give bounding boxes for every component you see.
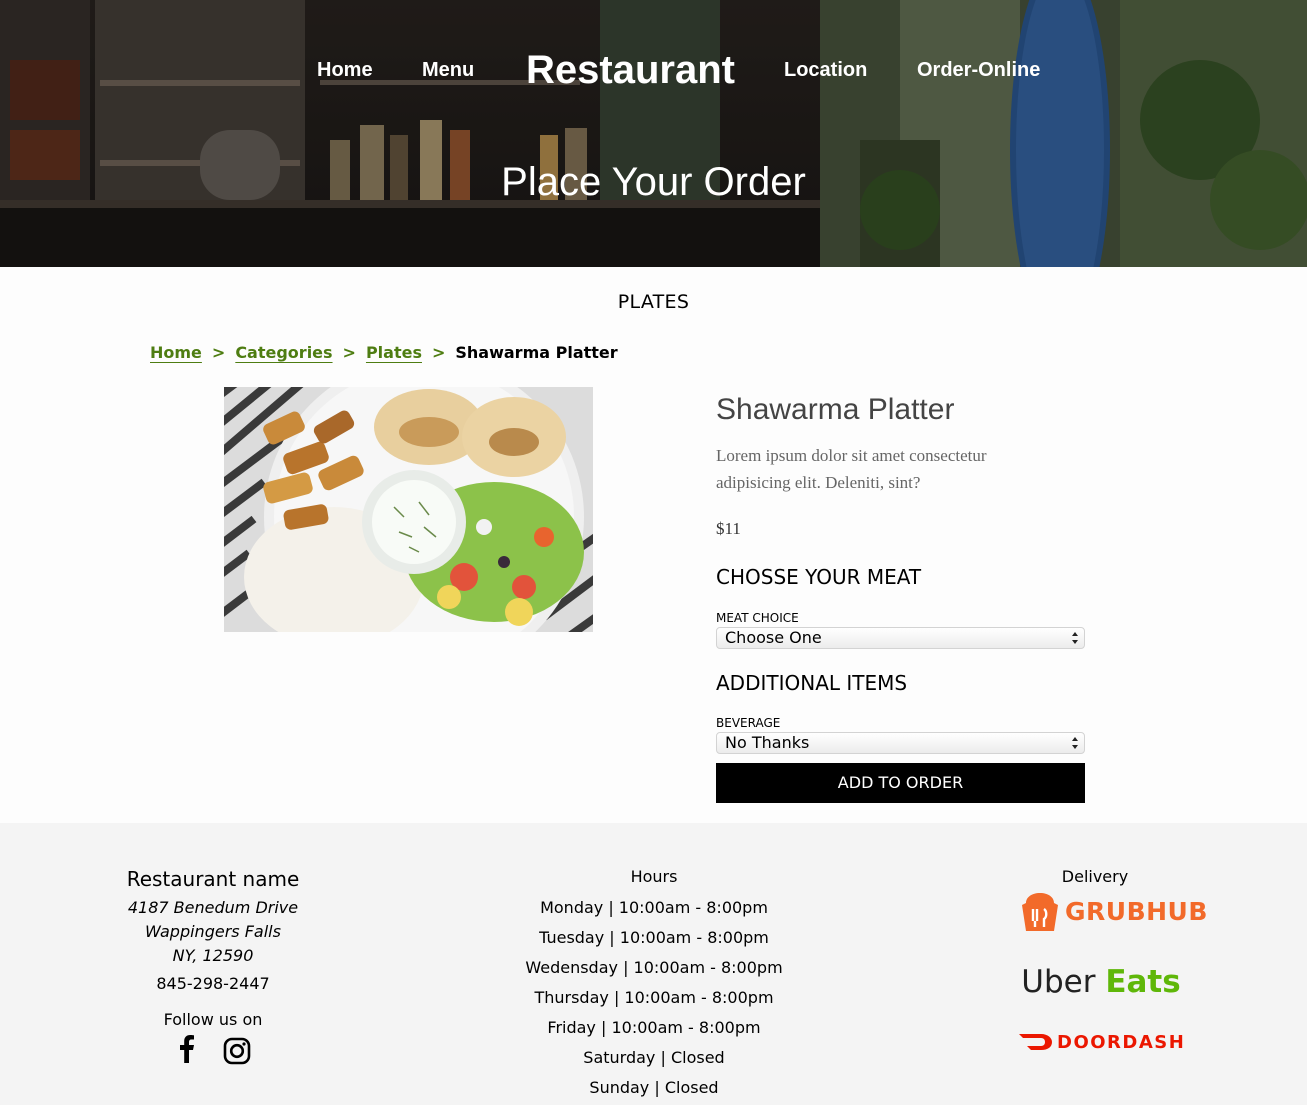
select-arrows-icon (1072, 632, 1078, 644)
category-title: PLATES (617, 291, 690, 313)
shawarma-platter-photo (224, 387, 593, 632)
hours-row: Thursday | 10:00am - 8:00pm (534, 988, 774, 1007)
grubhub-logo-text: GRUBHUB (1065, 897, 1208, 926)
follow-us-label: Follow us on (163, 1010, 263, 1029)
grubhub-bag-icon (1022, 893, 1058, 931)
delivery-heading: Delivery (1061, 867, 1129, 886)
hours-heading: Hours (630, 867, 678, 886)
hours-row: Friday | 10:00am - 8:00pm (547, 1018, 761, 1037)
meat-choice-select[interactable]: Choose One (716, 627, 1085, 649)
product-name: Shawarma Platter (716, 393, 955, 426)
meat-choice-value: Choose One (725, 628, 822, 647)
doordash-icon (1019, 1034, 1052, 1050)
address-line: 4187 Benedum Drive (127, 898, 299, 917)
beverage-label: BEVERAGE (716, 716, 781, 730)
doordash-logo-text: DOORDASH (1057, 1032, 1186, 1053)
address-line: Wappingers Falls (145, 922, 281, 941)
main-nav: Home Menu Restaurant Location Order-Onli… (0, 48, 1307, 92)
additional-items-heading: ADDITIONAL ITEMS (716, 671, 908, 695)
product-price: $11 (716, 519, 741, 538)
address-line: NY, 12590 (172, 946, 254, 965)
beverage-select[interactable]: No Thanks (716, 732, 1085, 754)
page: Home Menu Restaurant Location Order-Onli… (0, 0, 1307, 1105)
hours-row: Wedensday | 10:00am - 8:00pm (525, 958, 783, 977)
nav-home-link[interactable]: Home (317, 48, 373, 92)
meat-heading: CHOSSE YOUR MEAT (716, 565, 922, 589)
meat-choice-label: MEAT CHOICE (716, 611, 799, 625)
product-image (224, 387, 593, 632)
hero-title: Place Your Order (501, 160, 806, 204)
ubereats-logo-uber: Uber (1021, 964, 1096, 1000)
phone-number: 845-298-2447 (156, 974, 270, 993)
nav-location-link[interactable]: Location (784, 48, 867, 92)
breadcrumb-separator: > (211, 342, 226, 362)
product-description: Lorem ipsum dolor sit amet consectetur a… (716, 446, 987, 492)
nav-order-online-link[interactable]: Order-Online (917, 48, 1040, 92)
grubhub-link[interactable]: GRUBHUB (1020, 891, 1207, 933)
hero-banner: Home Menu Restaurant Location Order-Onli… (0, 0, 1307, 267)
ubereats-link[interactable]: Uber Eats (1021, 963, 1181, 1001)
nav-menu-link[interactable]: Menu (422, 48, 474, 92)
breadcrumb-separator: > (431, 342, 446, 362)
hours-row: Tuesday | 10:00am - 8:00pm (539, 928, 769, 947)
breadcrumb-current: Shawarma Platter (455, 342, 618, 362)
ubereats-logo-eats: Eats (1105, 964, 1181, 1000)
breadcrumb-categories-link[interactable]: Categories (235, 343, 332, 362)
product-section: PLATES Home > Categories > Plates > Shaw… (0, 267, 1307, 823)
beverage-value: No Thanks (725, 733, 810, 752)
hours-row: Saturday | Closed (583, 1048, 725, 1067)
breadcrumb: Home > Categories > Plates > Shawarma Pl… (150, 341, 618, 363)
facebook-icon[interactable] (177, 1035, 197, 1063)
brand-logo-link[interactable]: Restaurant (526, 48, 735, 92)
hero-background-image (0, 0, 1307, 267)
footer: Restaurant name 4187 Benedum Drive Wappi… (0, 823, 1307, 1105)
add-to-order-button[interactable]: ADD TO ORDER (716, 763, 1085, 803)
breadcrumb-plates-link[interactable]: Plates (366, 343, 422, 362)
instagram-icon[interactable] (223, 1037, 251, 1065)
breadcrumb-separator: > (342, 342, 356, 362)
breadcrumb-home-link[interactable]: Home (150, 343, 202, 362)
restaurant-name: Restaurant name (126, 867, 300, 891)
select-arrows-icon (1072, 737, 1078, 749)
hours-row: Monday | 10:00am - 8:00pm (540, 898, 768, 917)
hours-row: Sunday | Closed (589, 1078, 719, 1097)
doordash-link[interactable]: DOORDASH (1019, 1029, 1185, 1055)
